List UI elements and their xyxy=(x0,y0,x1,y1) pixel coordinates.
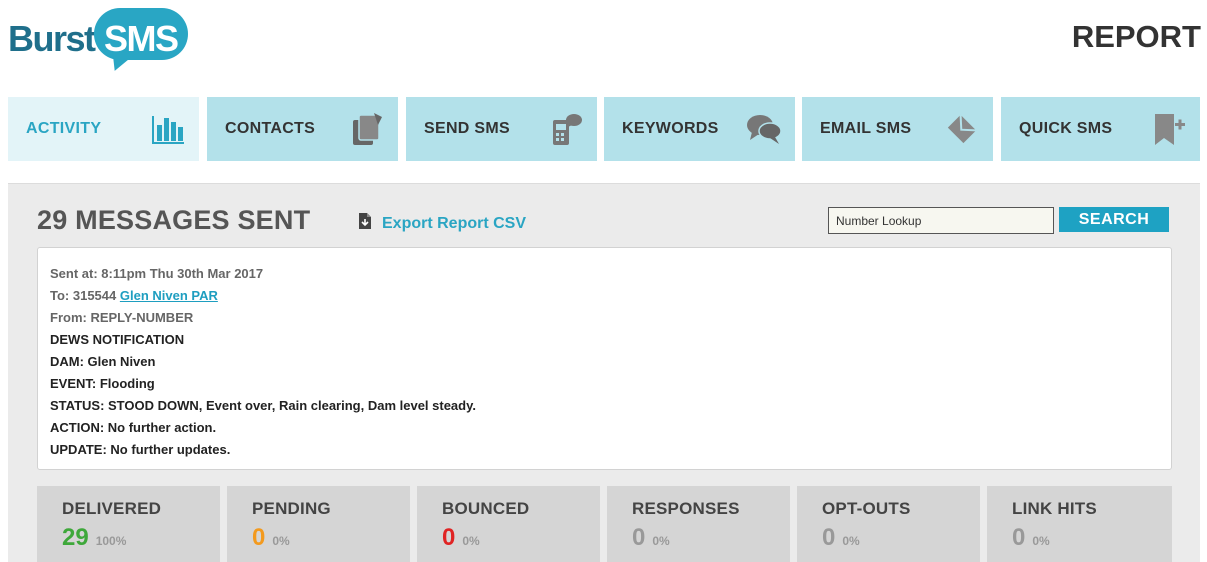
main-nav: ACTIVITY CONTACTS SEND SMS KEYWORDS EMAI… xyxy=(8,97,1200,161)
page-title: REPORT xyxy=(1071,19,1201,54)
sender-line: From: REPLY-NUMBER xyxy=(50,310,194,325)
search-button[interactable]: SEARCH xyxy=(1059,207,1169,232)
message-line: EVENT: Flooding xyxy=(50,376,155,391)
stat-pending[interactable]: PENDING 0 0% xyxy=(227,486,410,562)
tab-email-sms[interactable]: EMAIL SMS xyxy=(802,97,993,161)
bar-chart-icon xyxy=(149,110,187,148)
stat-percent: 100% xyxy=(95,534,127,548)
stat-label: LINK HITS xyxy=(1012,499,1097,518)
export-label: Export Report CSV xyxy=(382,214,527,232)
speech-bubbles-icon xyxy=(745,110,783,148)
file-download-icon xyxy=(358,212,372,235)
message-line: DEWS NOTIFICATION xyxy=(50,332,185,347)
tab-label: QUICK SMS xyxy=(1019,120,1113,137)
delivery-stats: DELIVERED 29 100% PENDING 0 0% BOUNCED 0 0%… xyxy=(37,486,1172,562)
stat-percent: 0% xyxy=(652,534,670,548)
tab-label: KEYWORDS xyxy=(622,120,719,137)
stat-count: 0 xyxy=(252,524,266,551)
stat-label: RESPONSES xyxy=(632,499,740,518)
stat-percent: 0% xyxy=(1032,534,1050,548)
stat-link-hits[interactable]: LINK HITS 0 0% xyxy=(987,486,1172,562)
report-panel: 29 MESSAGES SENT Export Report CSV SEARC… xyxy=(8,183,1200,562)
stat-label: BOUNCED xyxy=(442,499,530,518)
stat-count: 0 xyxy=(822,524,836,551)
message-line: ACTION: No further action. xyxy=(50,420,217,435)
stat-label: DELIVERED xyxy=(62,499,162,518)
send-sms-icon xyxy=(547,110,585,148)
contacts-icon xyxy=(348,110,386,148)
stat-opt-outs[interactable]: OPT-OUTS 0 0% xyxy=(797,486,980,562)
stat-count: 29 xyxy=(62,524,89,551)
stat-percent: 0% xyxy=(272,534,290,548)
tab-label: ACTIVITY xyxy=(26,120,102,137)
stat-percent: 0% xyxy=(842,534,860,548)
sent-at: Sent at: 8:11pm Thu 30th Mar 2017 xyxy=(50,266,264,281)
tab-send-sms[interactable]: SEND SMS xyxy=(406,97,597,161)
tab-label: CONTACTS xyxy=(225,120,316,137)
tab-quick-sms[interactable]: QUICK SMS xyxy=(1001,97,1200,161)
message-line: STATUS: STOOD DOWN, Event over, Rain cle… xyxy=(50,398,476,413)
tab-label: EMAIL SMS xyxy=(820,120,912,137)
stat-count: 0 xyxy=(632,524,646,551)
burst-sms-logo[interactable]: Burst SMS xyxy=(8,8,188,76)
number-lookup-input[interactable] xyxy=(828,207,1054,234)
envelope-icon xyxy=(943,110,981,148)
tab-contacts[interactable]: CONTACTS xyxy=(207,97,398,161)
message-details: Sent at: 8:11pm Thu 30th Mar 2017 To: 31… xyxy=(37,247,1172,470)
stat-count: 0 xyxy=(1012,524,1026,551)
stat-bounced[interactable]: BOUNCED 0 0% xyxy=(417,486,600,562)
recipient-line: To: 315544 Glen Niven PAR xyxy=(50,285,1159,307)
tab-activity[interactable]: ACTIVITY xyxy=(8,97,199,161)
stat-delivered[interactable]: DELIVERED 29 100% xyxy=(37,486,220,562)
stat-label: OPT-OUTS xyxy=(822,499,911,518)
recipient-link[interactable]: Glen Niven PAR xyxy=(120,288,218,303)
logo-word: Burst xyxy=(8,18,96,59)
quick-add-icon xyxy=(1150,110,1188,148)
stat-percent: 0% xyxy=(462,534,480,548)
tab-keywords[interactable]: KEYWORDS xyxy=(604,97,795,161)
stat-label: PENDING xyxy=(252,499,331,518)
message-line: UPDATE: No further updates. xyxy=(50,442,231,457)
recipient-number: To: 315544 xyxy=(50,288,120,303)
export-report-csv-link[interactable]: Export Report CSV xyxy=(358,212,526,235)
messages-sent-title: 29 MESSAGES SENT xyxy=(37,205,311,235)
stat-count: 0 xyxy=(442,524,456,551)
tab-label: SEND SMS xyxy=(424,120,510,137)
message-line: DAM: Glen Niven xyxy=(50,354,156,369)
stat-responses[interactable]: RESPONSES 0 0% xyxy=(607,486,790,562)
logo-bubble-text: SMS xyxy=(104,18,179,59)
